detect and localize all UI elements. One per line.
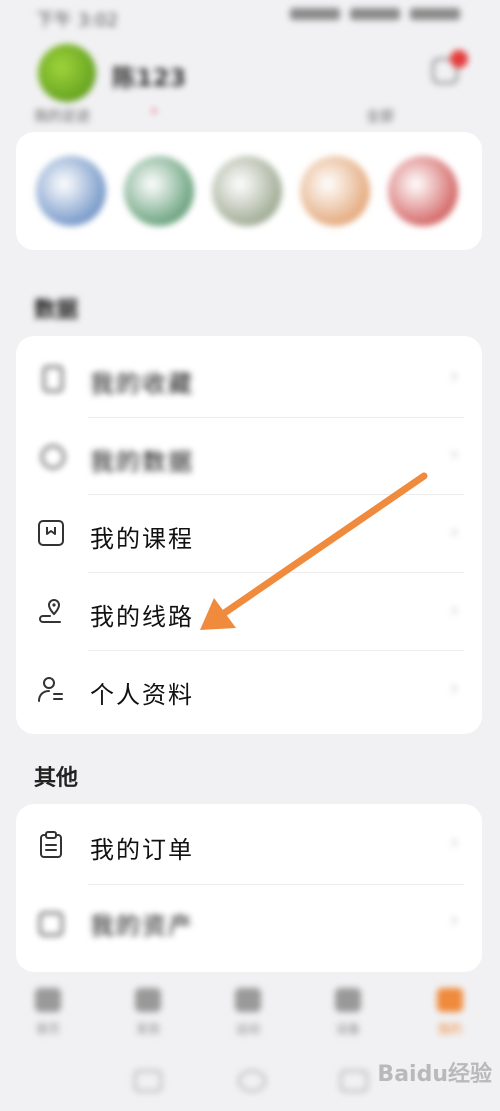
- annotation-arrow: [200, 472, 428, 630]
- watermark: Baidu经验: [377, 1062, 492, 1087]
